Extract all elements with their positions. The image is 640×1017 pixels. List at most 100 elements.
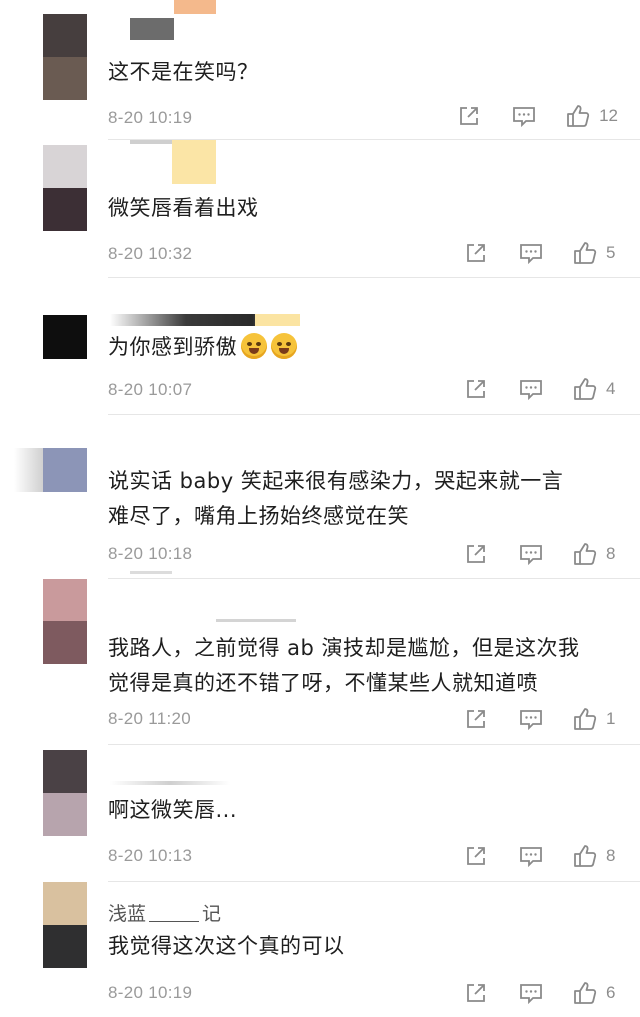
comment-item: 说实话 baby 笑起来很有感染力，哭起来就一言 难尽了，嘴角上扬始终感觉在笑 … [0,415,640,579]
comment-text-body: 为你感到骄傲 [108,335,237,359]
thumbs-up-icon [574,242,597,264]
comment-time: 8-20 10:07 [108,380,193,399]
share-button[interactable] [464,707,488,731]
blushing-face-emoji-icon [271,333,297,359]
username-suffix: 记 [202,903,222,925]
like-button[interactable]: 1 [572,706,618,732]
username-redacted [130,571,172,574]
comment-icon [520,244,542,265]
reply-button[interactable] [518,377,544,401]
like-button[interactable]: 6 [572,980,618,1006]
share-button[interactable] [464,377,488,401]
avatar[interactable] [43,448,87,492]
like-button[interactable]: 12 [565,103,618,129]
username-redacted [216,619,296,622]
avatar[interactable] [43,14,87,100]
comment-text-line: 觉得是真的还不错了呀，不懂某些人就知道喷 [108,671,538,695]
username-redacted [255,314,300,326]
comment-item: 浅蓝 记 我觉得这次这个真的可以 8-20 10:19 6 [0,882,640,1017]
thumbs-up-icon [567,105,590,127]
avatar[interactable] [43,750,87,836]
username-prefix: 浅蓝 [108,903,147,925]
comment-time: 8-20 10:32 [108,244,193,263]
share-button[interactable] [464,241,488,265]
avatar[interactable] [43,882,87,968]
thumbs-up-icon [574,708,597,730]
share-button[interactable] [464,542,488,566]
share-button[interactable] [457,104,481,128]
comment-actions: 1 [464,706,618,732]
comment-time: 8-20 10:13 [108,846,193,865]
comment-text: 这不是在笑吗？ [108,60,259,84]
username-redacted [172,140,216,184]
thumbs-up-icon [574,845,597,867]
username-redacted [174,0,216,14]
comment-actions: 12 [457,103,618,129]
blushing-face-emoji-icon [241,333,267,359]
comment-text: 为你感到骄傲 [108,330,606,365]
avatar[interactable] [43,145,87,231]
comment-text: 微笑唇看着出戏 [108,196,259,220]
comment-item: 啊这微笑唇... 8-20 10:13 8 [0,745,640,882]
reply-button[interactable] [518,981,544,1005]
reply-button[interactable] [511,104,537,128]
comment-text-line: 难尽了，嘴角上扬始终感觉在笑 [108,504,409,528]
share-button[interactable] [464,844,488,868]
comment-icon [513,107,535,128]
avatar[interactable] [43,579,87,664]
thumbs-up-icon [574,378,597,400]
username-redacted [110,781,230,785]
comment-time: 8-20 11:20 [108,709,192,728]
like-count: 12 [599,106,618,125]
username-redacted [14,448,43,492]
reply-button[interactable] [518,844,544,868]
like-count: 5 [606,243,616,262]
comment-text-line: 我路人，之前觉得 ab 演技却是尴尬，但是这次我 [108,636,580,660]
reply-button[interactable] [518,542,544,566]
username[interactable]: 浅蓝 记 [108,899,221,926]
share-button[interactable] [464,981,488,1005]
like-count: 8 [606,846,616,865]
comment-actions: 6 [464,980,618,1006]
share-icon [467,847,485,865]
comment-icon [520,710,542,731]
comment-actions: 8 [464,541,618,567]
comment-item: 我路人，之前觉得 ab 演技却是尴尬，但是这次我 觉得是真的还不错了呀，不懂某些… [0,579,640,745]
comment-text: 我觉得这次这个真的可以 [108,934,345,958]
comment-text-line: 说实话 baby 笑起来很有感染力，哭起来就一言 [108,469,564,493]
comment-item: 微笑唇看着出戏 8-20 10:32 5 [0,140,640,278]
comment-icon [520,984,542,1005]
comment-time: 8-20 10:19 [108,983,193,1002]
like-button[interactable]: 4 [572,376,618,402]
like-button[interactable]: 8 [572,541,618,567]
comment-time: 8-20 10:18 [108,544,193,563]
reply-button[interactable] [518,241,544,265]
like-count: 8 [606,544,616,563]
share-icon [460,107,478,125]
share-icon [467,380,485,398]
like-count: 4 [606,379,616,398]
comment-text: 啊这微笑唇... [108,798,238,822]
username-redacted [130,18,174,40]
like-count: 1 [606,709,616,728]
avatar[interactable] [43,315,87,359]
like-button[interactable]: 8 [572,843,618,869]
like-button[interactable]: 5 [572,240,618,266]
like-count: 6 [606,983,616,1002]
thumbs-up-icon [574,982,597,1004]
comment-actions: 4 [464,376,618,402]
comment-icon [520,847,542,868]
share-icon [467,244,485,262]
share-icon [467,545,485,563]
comment-text: 我路人，之前觉得 ab 演技却是尴尬，但是这次我 觉得是真的还不错了呀，不懂某些… [108,631,606,701]
reply-button[interactable] [518,707,544,731]
share-icon [467,984,485,1002]
comment-icon [520,545,542,566]
comment-item: 这不是在笑吗？ 8-20 10:19 12 [0,0,640,140]
thumbs-up-icon [574,543,597,565]
share-icon [467,710,485,728]
username-redacted [130,140,172,144]
comment-time: 8-20 10:19 [108,108,193,127]
username-redacted [149,905,200,922]
comment-text: 说实话 baby 笑起来很有感染力，哭起来就一言 难尽了，嘴角上扬始终感觉在笑 [108,464,606,534]
